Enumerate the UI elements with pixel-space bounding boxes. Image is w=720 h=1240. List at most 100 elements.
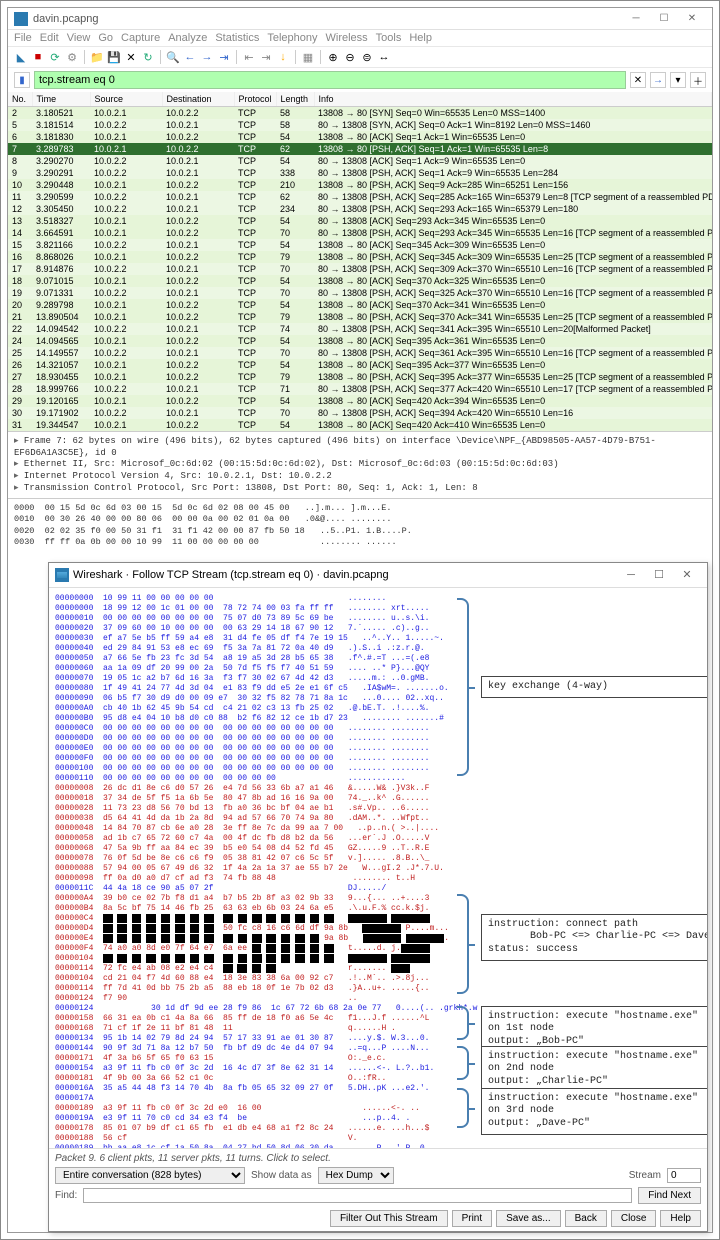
col-proto[interactable]: Protocol [234, 92, 276, 107]
table-row[interactable]: 93.29029110.0.2.210.0.2.1TCP33880 → 1380… [8, 167, 712, 179]
table-row[interactable]: 2514.14955710.0.2.210.0.2.1TCP7080 → 138… [8, 347, 712, 359]
table-row[interactable]: 123.30545010.0.2.210.0.2.1TCP23480 → 138… [8, 203, 712, 215]
callout-hostname-2: instruction: execute "hostname.exe" on 2… [481, 1046, 707, 1094]
print-button[interactable]: Print [452, 1210, 493, 1227]
table-row[interactable]: 103.29044810.0.2.110.0.2.2TCP21013808 → … [8, 179, 712, 191]
display-filter-input[interactable] [34, 71, 626, 89]
menu-tools[interactable]: Tools [376, 32, 402, 44]
table-row[interactable]: 178.91487610.0.2.210.0.2.1TCP7080 → 1380… [8, 263, 712, 275]
find-input[interactable] [83, 1188, 632, 1203]
follow-minimize[interactable]: ─ [617, 566, 645, 584]
open-icon[interactable]: 📁 [90, 50, 104, 64]
shark-fin-icon[interactable]: ◣ [14, 50, 28, 64]
table-row[interactable]: 83.29027010.0.2.210.0.2.1TCP5480 → 13808… [8, 155, 712, 167]
next-icon[interactable]: → [200, 50, 214, 64]
help-button[interactable]: Help [660, 1210, 701, 1227]
table-row[interactable]: 133.51832710.0.2.110.0.2.2TCP5480 → 1380… [8, 215, 712, 227]
save-as-button[interactable]: Save as... [496, 1210, 560, 1227]
follow-close[interactable]: ✕ [673, 566, 701, 584]
menu-capture[interactable]: Capture [121, 32, 160, 44]
table-row[interactable]: 63.18183010.0.2.110.0.2.2TCP5413808 → 80… [8, 131, 712, 143]
find-icon[interactable]: 🔍 [166, 50, 180, 64]
zoom-out-icon[interactable]: ⊖ [343, 50, 357, 64]
restart-icon[interactable]: ⟳ [48, 50, 62, 64]
detail-eth[interactable]: Ethernet II, Src: Microsof_0c:6d:02 (00:… [14, 459, 706, 471]
menu-telephony[interactable]: Telephony [267, 32, 317, 44]
detail-frame[interactable]: Frame 7: 62 bytes on wire (496 bits), 62… [14, 436, 706, 459]
find-next-button[interactable]: Find Next [638, 1187, 701, 1204]
table-row[interactable]: 2919.12016510.0.2.110.0.2.2TCP5413808 → … [8, 395, 712, 407]
apply-filter-icon[interactable]: → [650, 72, 666, 88]
options-icon[interactable]: ⚙ [65, 50, 79, 64]
table-row[interactable]: 189.07101510.0.2.110.0.2.2TCP5413808 → 8… [8, 275, 712, 287]
menu-analyze[interactable]: Analyze [168, 32, 207, 44]
col-len[interactable]: Length [276, 92, 314, 107]
stream-label: Stream [629, 1170, 661, 1181]
callout-connect: instruction: connect path Bob-PC <=> Cha… [481, 914, 707, 962]
close-button[interactable]: ✕ [678, 10, 706, 28]
table-row[interactable]: 209.28979810.0.2.110.0.2.2TCP5413808 → 8… [8, 299, 712, 311]
menu-wireless[interactable]: Wireless [326, 32, 368, 44]
col-time[interactable]: Time [32, 92, 90, 107]
table-row[interactable]: 143.66459110.0.2.110.0.2.2TCP7080 → 1380… [8, 227, 712, 239]
packet-bytes[interactable]: 0000 00 15 5d 0c 6d 03 00 15 5d 0c 6d 02… [8, 498, 712, 551]
autoscroll-icon[interactable]: ↓ [276, 50, 290, 64]
table-row[interactable]: 2718.93045510.0.2.110.0.2.2TCP7913808 → … [8, 371, 712, 383]
close-file-icon[interactable]: ✕ [124, 50, 138, 64]
resize-cols-icon[interactable]: ↔ [377, 50, 391, 64]
detail-tcp[interactable]: Transmission Control Protocol, Src Port:… [14, 483, 706, 495]
table-row[interactable]: 168.86802610.0.2.110.0.2.2TCP7913808 → 8… [8, 251, 712, 263]
table-row[interactable]: 153.82116610.0.2.210.0.2.1TCP5413808 → 8… [8, 239, 712, 251]
col-dest[interactable]: Destination [162, 92, 234, 107]
table-row[interactable]: 73.28978310.0.2.110.0.2.2TCP6213808 → 80… [8, 143, 712, 155]
follow-maximize[interactable]: ☐ [645, 566, 673, 584]
filter-dropdown-icon[interactable]: ▾ [670, 72, 686, 88]
follow-stream-content[interactable]: 00000000 10 99 11 00 00 00 00 00 .......… [49, 588, 707, 1148]
zoom-reset-icon[interactable]: ⊜ [360, 50, 374, 64]
back-button[interactable]: Back [565, 1210, 607, 1227]
add-filter-icon[interactable]: ＋ [690, 72, 706, 88]
col-info[interactable]: Info [314, 92, 712, 107]
col-source[interactable]: Source [90, 92, 162, 107]
colorize-icon[interactable]: ▦ [301, 50, 315, 64]
packet-details[interactable]: Frame 7: 62 bytes on wire (496 bits), 62… [8, 431, 712, 498]
table-row[interactable]: 113.29059910.0.2.210.0.2.1TCP6280 → 1380… [8, 191, 712, 203]
prev-icon[interactable]: ← [183, 50, 197, 64]
conversation-select[interactable]: Entire conversation (828 bytes) [55, 1167, 245, 1184]
detail-ip[interactable]: Internet Protocol Version 4, Src: 10.0.2… [14, 471, 706, 483]
clear-filter-icon[interactable]: ✕ [630, 72, 646, 88]
menu-go[interactable]: Go [98, 32, 113, 44]
table-row[interactable]: 3019.17190210.0.2.210.0.2.1TCP7080 → 138… [8, 407, 712, 419]
maximize-button[interactable]: ☐ [650, 10, 678, 28]
stream-spinner[interactable] [667, 1168, 701, 1183]
goto-icon[interactable]: ⇥ [217, 50, 231, 64]
col-no[interactable]: No. [8, 92, 32, 107]
table-row[interactable]: 2113.89050410.0.2.110.0.2.2TCP7913808 → … [8, 311, 712, 323]
table-row[interactable]: 199.07133110.0.2.210.0.2.1TCP7080 → 1380… [8, 287, 712, 299]
menu-file[interactable]: File [14, 32, 32, 44]
table-row[interactable]: 23.18052110.0.2.110.0.2.2TCP5813808 → 80… [8, 107, 712, 120]
show-data-select[interactable]: Hex Dump [318, 1167, 394, 1184]
minimize-button[interactable]: ─ [622, 10, 650, 28]
menu-edit[interactable]: Edit [40, 32, 59, 44]
bookmark-filter-icon[interactable]: ▮ [14, 72, 30, 88]
menu-help[interactable]: Help [409, 32, 432, 44]
window-title: davin.pcapng [33, 13, 622, 25]
first-icon[interactable]: ⇤ [242, 50, 256, 64]
menu-statistics[interactable]: Statistics [215, 32, 259, 44]
packet-list[interactable]: No. Time Source Destination Protocol Len… [8, 92, 712, 431]
table-row[interactable]: 2818.99976610.0.2.210.0.2.1TCP7180 → 138… [8, 383, 712, 395]
table-row[interactable]: 2214.09454210.0.2.210.0.2.1TCP7480 → 138… [8, 323, 712, 335]
stop-icon[interactable]: ■ [31, 50, 45, 64]
reload-icon[interactable]: ↻ [141, 50, 155, 64]
zoom-in-icon[interactable]: ⊕ [326, 50, 340, 64]
table-row[interactable]: 2414.09456510.0.2.110.0.2.2TCP5413808 → … [8, 335, 712, 347]
menu-view[interactable]: View [67, 32, 91, 44]
table-row[interactable]: 3119.34454710.0.2.110.0.2.2TCP5413808 → … [8, 419, 712, 431]
table-row[interactable]: 2614.32105710.0.2.110.0.2.2TCP5413808 → … [8, 359, 712, 371]
table-row[interactable]: 53.18151410.0.2.210.0.2.1TCP5880 → 13808… [8, 119, 712, 131]
save-icon[interactable]: 💾 [107, 50, 121, 64]
last-icon[interactable]: ⇥ [259, 50, 273, 64]
close-follow-button[interactable]: Close [611, 1210, 657, 1227]
filter-out-button[interactable]: Filter Out This Stream [330, 1210, 448, 1227]
